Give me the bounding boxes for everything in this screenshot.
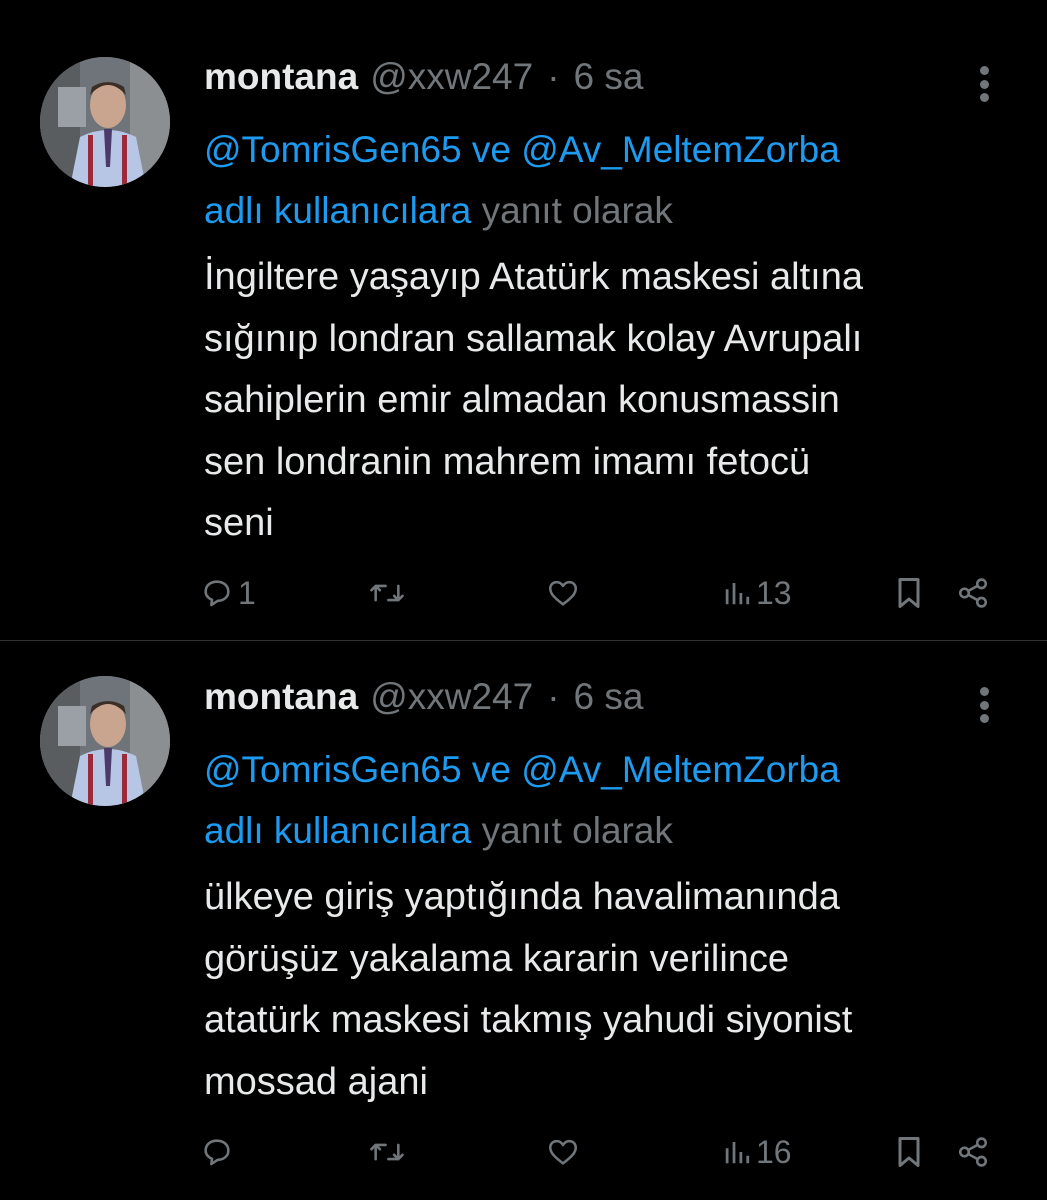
tweet-header: montana @xxw247 · 6 sa [204,56,643,104]
heart-icon [548,1139,578,1165]
bookmark-button[interactable] [893,568,925,618]
views-icon [725,583,750,605]
mention-tail[interactable]: adlı kullanıcılara [204,810,471,851]
mention-tail[interactable]: adlı kullanıcılara [204,190,471,231]
share-icon [958,1137,988,1167]
more-icon[interactable] [968,679,1000,731]
tweet-text: ülkeye giriş yaptığında havalimanında gö… [204,867,1004,1113]
reply-button[interactable]: 1 [200,568,256,618]
avatar[interactable] [40,676,170,806]
reply-icon [204,580,230,607]
tweet-text-line: görüşüz yakalama kararin verilince [204,937,790,980]
reply-count: 1 [238,574,256,611]
views-count: 16 [756,1133,792,1170]
reply-button[interactable] [200,1127,238,1177]
tweet-text-line: seni [204,502,274,544]
views-button[interactable]: 13 [722,568,792,618]
tweet-text-line: sığınıp londran sallamak kolay Avrupalı [204,317,863,360]
share-button[interactable] [955,568,991,618]
more-icon[interactable] [968,58,1000,110]
separator-dot: · [547,676,560,717]
share-button[interactable] [955,1127,991,1177]
retweet-button[interactable] [368,568,406,618]
tweet-text-line: sahiplerin emir almadan konusmassin [204,379,840,421]
user-handle[interactable]: @xxw247 [370,676,533,718]
separator-dot: · [547,56,560,97]
mention-link[interactable]: @TomrisGen65 [204,749,462,790]
mention-link[interactable]: @Av_MeltemZorba [521,749,840,790]
tweet[interactable]: montana @xxw247 · 6 sa @TomrisGen65 ve @… [0,641,1047,1200]
share-icon [958,578,988,608]
reply-feed: montana @xxw247 · 6 sa @TomrisGen65 ve @… [0,0,1047,1200]
reply-suffix: yanıt olarak [481,810,673,851]
tweet-text: İngiltere yaşayıp Atatürk maskesi altına… [204,247,1004,555]
display-name[interactable]: montana [204,676,358,718]
views-button[interactable]: 16 [722,1127,792,1177]
display-name[interactable]: montana [204,56,358,98]
timestamp[interactable]: 6 sa [574,56,644,98]
tweet-text-line: atatürk maskesi takmış yahudi siyonist [204,999,853,1041]
reply-context: @TomrisGen65 ve @Av_MeltemZorba adlı kul… [204,739,1004,861]
reply-icon [204,1139,230,1166]
bookmark-icon [898,1137,920,1167]
connector-word: ve [471,749,511,790]
tweet[interactable]: montana @xxw247 · 6 sa @TomrisGen65 ve @… [0,0,1047,640]
tweet-header: montana @xxw247 · 6 sa [204,676,643,724]
action-bar: 16 [0,1127,1047,1177]
retweet-button[interactable] [368,1127,406,1177]
views-count: 13 [756,574,792,611]
bookmark-icon [898,578,920,608]
heart-icon [548,580,578,606]
views-icon [725,1142,750,1164]
action-bar: 1 13 [0,568,1047,618]
reply-suffix: yanıt olarak [481,190,673,231]
tweet-text-line: sen londranin mahrem imamı fetocü [204,440,811,483]
reply-context: @TomrisGen65 ve @Av_MeltemZorba adlı kul… [204,119,1004,241]
mention-link[interactable]: @Av_MeltemZorba [521,129,840,170]
user-handle[interactable]: @xxw247 [370,56,533,98]
tweet-text-line: ülkeye giriş yaptığında havalimanında [204,876,840,918]
like-button[interactable] [545,568,581,618]
avatar[interactable] [40,57,170,187]
retweet-icon [370,584,404,602]
connector-word: ve [471,129,511,170]
tweet-text-line: İngiltere yaşayıp Atatürk maskesi altına [204,256,863,298]
bookmark-button[interactable] [893,1127,925,1177]
mention-link[interactable]: @TomrisGen65 [204,129,462,170]
retweet-icon [370,1143,404,1161]
timestamp[interactable]: 6 sa [574,676,644,718]
like-button[interactable] [545,1127,581,1177]
tweet-text-line: mossad ajani [204,1060,428,1103]
